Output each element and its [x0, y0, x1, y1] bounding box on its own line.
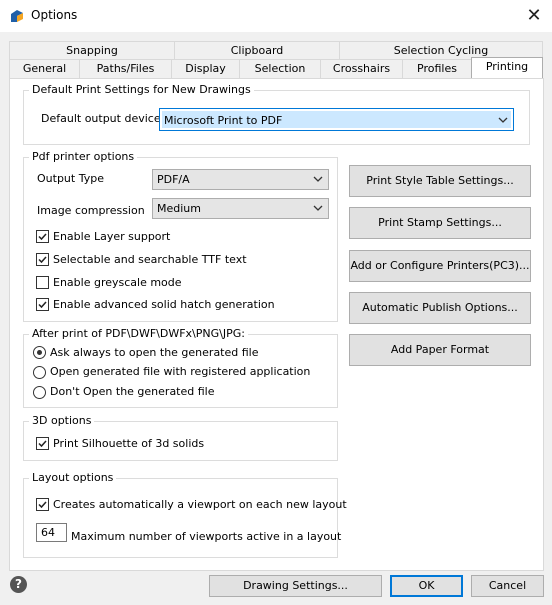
app-logo-icon — [9, 8, 25, 24]
chevron-down-icon — [313, 205, 323, 211]
tab-profiles[interactable]: Profiles — [402, 59, 472, 78]
dont-open-radio[interactable] — [33, 386, 46, 399]
button-label: Print Stamp Settings... — [378, 216, 502, 229]
tab-label: Selection — [254, 62, 306, 75]
add-paper-format-button[interactable]: Add Paper Format — [349, 334, 531, 366]
check-icon — [38, 501, 47, 509]
check-icon — [38, 233, 47, 241]
button-label: Add Paper Format — [390, 343, 490, 356]
open-registered-label: Open generated file with registered appl… — [50, 365, 311, 378]
greyscale-mode-checkbox[interactable] — [36, 276, 49, 289]
silhouette-label: Print Silhouette of 3d solids — [53, 437, 205, 450]
enable-layer-support-checkbox[interactable] — [36, 230, 49, 243]
tab-display[interactable]: Display — [171, 59, 240, 78]
max-viewports-input[interactable]: 64 — [36, 523, 67, 542]
image-compression-select[interactable]: Medium — [152, 198, 329, 219]
tab-label: Display — [185, 62, 226, 75]
title-bar: Options ✕ — [0, 0, 552, 32]
tab-printing[interactable]: Printing — [471, 57, 543, 78]
button-label: Automatic Publish Options... — [362, 301, 518, 314]
tab-label: Clipboard — [230, 44, 284, 57]
output-type-select[interactable]: PDF/A — [152, 169, 329, 190]
drawing-settings-button[interactable]: Drawing Settings... — [209, 575, 382, 597]
close-icon[interactable]: ✕ — [521, 3, 547, 29]
solid-hatch-checkbox[interactable] — [36, 298, 49, 311]
output-type-value: PDF/A — [157, 173, 190, 186]
check-icon — [38, 256, 47, 264]
tab-label: Paths/Files — [96, 62, 155, 75]
max-viewports-label: Maximum number of viewports active in a … — [71, 530, 342, 543]
three-d-options-title: 3D options — [29, 414, 95, 427]
output-device-select[interactable]: Microsoft Print to PDF — [159, 108, 514, 131]
chevron-down-icon — [498, 117, 508, 123]
layout-options-title: Layout options — [29, 471, 117, 484]
ask-open-radio[interactable] — [33, 346, 46, 359]
button-label: Drawing Settings... — [243, 579, 348, 592]
tab-snapping[interactable]: Snapping — [9, 41, 175, 59]
selectable-ttf-label: Selectable and searchable TTF text — [53, 253, 247, 266]
default-print-group-title: Default Print Settings for New Drawings — [29, 83, 254, 96]
ok-button[interactable]: OK — [390, 575, 463, 597]
image-compression-label: Image compression — [37, 204, 145, 217]
greyscale-mode-label: Enable greyscale mode — [53, 276, 182, 289]
print-stamp-settings-button[interactable]: Print Stamp Settings... — [349, 207, 531, 239]
button-label: OK — [418, 579, 435, 592]
button-label: Add or Configure Printers(PC3)... — [350, 259, 530, 272]
tab-label: Selection Cycling — [393, 44, 489, 57]
tab-label: General — [22, 62, 67, 75]
tab-label: Crosshairs — [332, 62, 391, 75]
window-title: Options — [31, 8, 78, 22]
image-compression-value: Medium — [157, 202, 201, 215]
tab-clipboard[interactable]: Clipboard — [174, 41, 340, 59]
selectable-ttf-checkbox[interactable] — [36, 253, 49, 266]
after-print-title: After print of PDF\DWF\DWFx\PNG\JPG: — [29, 327, 248, 340]
chevron-down-icon — [313, 176, 323, 182]
tab-label: Snapping — [66, 44, 118, 57]
output-device-value: Microsoft Print to PDF — [164, 114, 283, 127]
tab-selection[interactable]: Selection — [239, 59, 321, 78]
tab-crosshairs[interactable]: Crosshairs — [320, 59, 403, 78]
automatic-publish-button[interactable]: Automatic Publish Options... — [349, 292, 531, 324]
enable-layer-support-label: Enable Layer support — [53, 230, 171, 243]
tab-label: Printing — [485, 60, 529, 73]
auto-viewport-checkbox[interactable] — [36, 498, 49, 511]
help-icon[interactable]: ? — [10, 576, 27, 593]
solid-hatch-label: Enable advanced solid hatch generation — [53, 298, 275, 311]
ask-open-label: Ask always to open the generated file — [50, 346, 259, 359]
tab-paths-files[interactable]: Paths/Files — [79, 59, 172, 78]
pdf-options-title: Pdf printer options — [29, 150, 138, 163]
button-label: Print Style Table Settings... — [366, 174, 514, 187]
auto-viewport-label: Creates automatically a viewport on each… — [53, 498, 347, 511]
check-icon — [38, 440, 47, 448]
output-device-label: Default output device: — [41, 112, 165, 125]
print-style-table-button[interactable]: Print Style Table Settings... — [349, 165, 531, 197]
tab-label: Profiles — [417, 62, 457, 75]
check-icon — [38, 301, 47, 309]
open-registered-radio[interactable] — [33, 366, 46, 379]
add-configure-printers-button[interactable]: Add or Configure Printers(PC3)... — [349, 250, 531, 282]
output-type-label: Output Type — [37, 172, 104, 185]
tab-general[interactable]: General — [9, 59, 80, 78]
button-label: Cancel — [488, 579, 527, 592]
dont-open-label: Don't Open the generated file — [50, 385, 215, 398]
silhouette-checkbox[interactable] — [36, 437, 49, 450]
cancel-button[interactable]: Cancel — [471, 575, 544, 597]
layout-options-group — [23, 478, 338, 558]
